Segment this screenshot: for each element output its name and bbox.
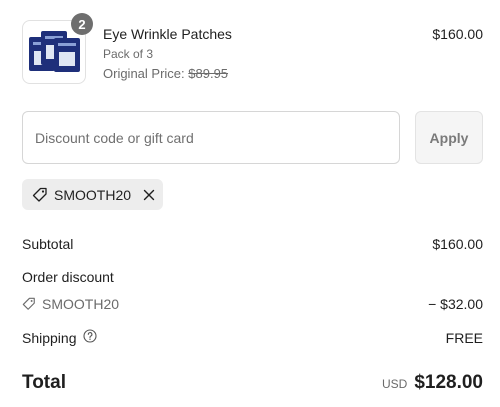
subtotal-label: Subtotal bbox=[22, 236, 74, 252]
discount-code-line: SMOOTH20 bbox=[22, 296, 119, 312]
total-amount-group: USD $128.00 bbox=[382, 372, 483, 394]
original-price-value: $89.95 bbox=[188, 66, 229, 81]
apply-button[interactable]: Apply bbox=[415, 111, 483, 164]
discount-code-input[interactable] bbox=[22, 111, 400, 164]
total-row: Total USD $128.00 bbox=[22, 372, 483, 394]
discount-code-row: SMOOTH20 − $32.00 bbox=[22, 296, 483, 312]
original-price-label: Original Price: bbox=[103, 66, 185, 81]
product-box-image bbox=[54, 38, 80, 72]
question-circle-icon[interactable] bbox=[82, 329, 97, 346]
shipping-value: FREE bbox=[445, 329, 483, 346]
applied-discount-chip: SMOOTH20 bbox=[22, 179, 163, 210]
order-discount-row: Order discount bbox=[22, 269, 483, 285]
shipping-label: Shipping bbox=[22, 329, 77, 346]
shipping-label-group: Shipping bbox=[22, 329, 97, 346]
product-title: Eye Wrinkle Patches bbox=[103, 26, 232, 42]
total-value: $128.00 bbox=[414, 372, 483, 393]
order-discount-label: Order discount bbox=[22, 269, 114, 285]
subtotal-value: $160.00 bbox=[432, 236, 483, 252]
close-icon[interactable] bbox=[143, 189, 155, 201]
shipping-row: Shipping FREE bbox=[22, 329, 483, 346]
total-label: Total bbox=[22, 372, 66, 393]
tag-icon bbox=[32, 187, 48, 203]
quantity-badge: 2 bbox=[71, 13, 93, 35]
product-thumbnail: 2 bbox=[22, 13, 93, 84]
product-variant: Pack of 3 bbox=[103, 47, 154, 61]
tag-icon bbox=[22, 297, 36, 311]
currency-code: USD bbox=[381, 377, 408, 391]
discount-value: − $32.00 bbox=[428, 296, 483, 312]
subtotal-row: Subtotal $160.00 bbox=[22, 236, 483, 252]
product-price: $160.00 bbox=[432, 26, 483, 42]
applied-code-text: SMOOTH20 bbox=[54, 186, 132, 203]
discount-code-text: SMOOTH20 bbox=[42, 296, 120, 312]
original-price: Original Price: $89.95 bbox=[103, 66, 228, 81]
